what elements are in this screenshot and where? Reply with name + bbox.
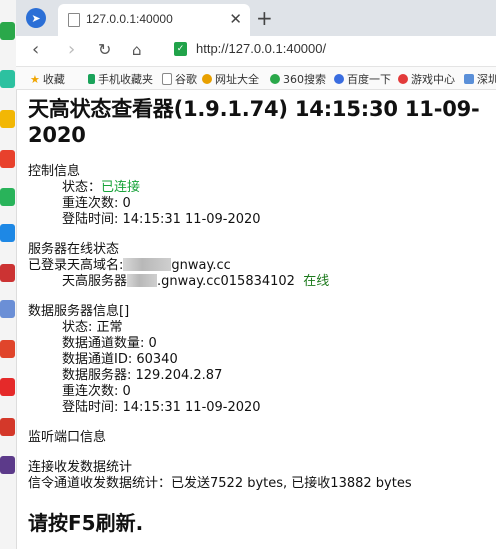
bookmark-google[interactable]: 谷歌 — [162, 71, 197, 87]
tab-bar: ➤ 127.0.0.1:40000 ✕ + — [16, 0, 496, 36]
doc-app-icon[interactable] — [0, 300, 15, 318]
bookmark-label: 深圳 — [477, 73, 496, 86]
tab-title: 127.0.0.1:40000 — [86, 12, 173, 26]
bookmark-portal[interactable]: 网址大全 — [202, 71, 259, 87]
os-dock — [0, 0, 17, 549]
domain-suffix: gnway.cc — [171, 258, 231, 273]
redacted-block — [127, 274, 158, 287]
tab-active[interactable]: 127.0.0.1:40000 ✕ — [58, 4, 250, 36]
game-app-icon[interactable] — [0, 340, 15, 358]
search-360-icon — [270, 74, 280, 84]
server-heading: 服务器在线状态 — [28, 242, 120, 257]
message-app-icon[interactable] — [0, 188, 15, 206]
bookmark-mobile[interactable]: 手机收藏夹 — [88, 71, 153, 87]
new-tab-button[interactable]: + — [256, 6, 273, 30]
app-icon[interactable] — [0, 264, 15, 282]
bookmark-360[interactable]: 360搜索 — [270, 71, 326, 87]
page-icon — [162, 73, 172, 85]
page-content: 天高状态查看器(1.9.1.74) 14:15:30 11-09-2020 控制… — [28, 96, 496, 536]
game-icon — [398, 74, 408, 84]
shop-app-icon[interactable] — [0, 378, 15, 396]
control-status: 状态：已连接 — [28, 180, 496, 196]
data-server-status: 状态: 正常 — [62, 320, 123, 335]
signal-stats: 信令通道收发数据统计：已发送7522 bytes, 已接收13882 bytes — [28, 476, 412, 491]
data-channel-id: 数据通道ID: 60340 — [62, 352, 178, 367]
bookmark-label: 百度一下 — [347, 73, 391, 86]
server-suffix: .gnway.cc015834102 — [157, 274, 295, 289]
bookmark-games[interactable]: 游戏中心 — [398, 71, 455, 87]
favorite-app-icon[interactable] — [0, 110, 15, 128]
control-heading: 控制信息 — [28, 164, 81, 179]
redacted-block — [123, 258, 172, 271]
secure-shield-icon: ✓ — [174, 42, 187, 56]
stats-heading: 连接收发数据统计 — [28, 460, 133, 475]
server-prefix: 天高服务器 — [62, 274, 128, 289]
phone-icon — [88, 74, 95, 84]
bookmark-label: 360搜索 — [283, 73, 326, 86]
close-icon[interactable]: ✕ — [229, 10, 242, 28]
refresh-icon[interactable]: ↻ — [98, 40, 111, 60]
server-host: 天高服务器 .gnway.cc015834102 在线 — [28, 274, 496, 290]
game2-app-icon[interactable] — [0, 418, 15, 436]
game3-app-icon[interactable] — [0, 456, 15, 474]
bookmark-label: 收藏 — [42, 73, 65, 86]
weibo-icon[interactable] — [0, 150, 15, 168]
home-icon[interactable]: ⌂ — [132, 40, 142, 60]
globe-icon — [202, 74, 212, 84]
listen-heading: 监听端口信息 — [28, 430, 107, 445]
status-label: 状态： — [62, 180, 102, 195]
bookmark-shenzhen[interactable]: 深圳 — [464, 71, 496, 87]
bookmark-baidu[interactable]: 百度一下 — [334, 71, 391, 87]
bookmark-label: 手机收藏夹 — [98, 73, 153, 86]
refresh-hint: 请按F5刷新. — [28, 511, 144, 535]
add-app-icon[interactable] — [0, 70, 15, 88]
bookmarks-bar: ★ 收藏 手机收藏夹 谷歌 网址大全 360搜索 百度一下 游戏中心 深圳 — [16, 67, 496, 90]
data-server-heading: 数据服务器信息[] — [28, 304, 130, 319]
navigation-bar: ‹ › ↻ ⌂ ✓ http://127.0.0.1:40000/ — [16, 36, 496, 67]
data-server-login-time: 登陆时间: 14:15:31 11-09-2020 — [62, 400, 261, 415]
domain-prefix: 已登录天高域名: — [28, 258, 124, 273]
bookmark-label: 游戏中心 — [411, 73, 455, 86]
ie-browser-icon[interactable] — [0, 22, 15, 40]
page-title: 天高状态查看器(1.9.1.74) 14:15:30 11-09-2020 — [28, 97, 480, 147]
server-domain: 已登录天高域名: gnway.cc — [28, 258, 496, 274]
browser-logo-icon[interactable]: ➤ — [26, 8, 46, 28]
data-channel-count: 数据通道数量: 0 — [62, 336, 157, 351]
bookmark-label: 网址大全 — [215, 73, 259, 86]
baidu-icon — [334, 74, 344, 84]
page-icon — [68, 13, 80, 27]
bookmark-favorites[interactable]: ★ 收藏 — [30, 71, 65, 87]
status-badge: 已连接 — [101, 180, 141, 195]
bookmark-label: 谷歌 — [175, 73, 197, 86]
data-server-retry: 重连次数: 0 — [62, 384, 131, 399]
control-retry: 重连次数: 0 — [62, 196, 131, 211]
address-bar[interactable]: ✓ http://127.0.0.1:40000/ — [166, 39, 496, 61]
online-status: 在线 — [303, 274, 330, 289]
bookmark-icon — [464, 74, 474, 84]
control-login-time: 登陆时间: 14:15:31 11-09-2020 — [62, 212, 261, 227]
pp-app-icon[interactable] — [0, 224, 15, 242]
star-icon: ★ — [30, 72, 40, 86]
url-text[interactable]: http://127.0.0.1:40000/ — [196, 41, 326, 56]
forward-icon[interactable]: › — [68, 40, 75, 60]
data-server-address: 数据服务器: 129.204.2.87 — [62, 368, 223, 383]
back-icon[interactable]: ‹ — [32, 40, 39, 60]
